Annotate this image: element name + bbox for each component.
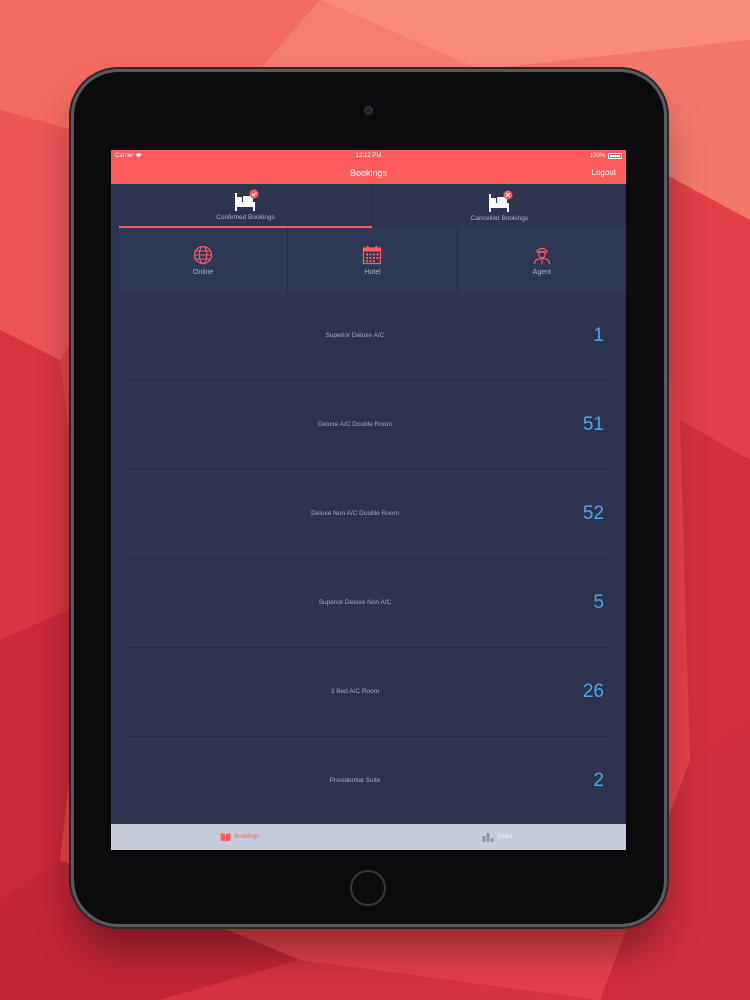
bed-check-icon xyxy=(234,189,258,211)
booking-channel-tabs: Online Hotel Agent xyxy=(119,228,626,292)
globe-icon xyxy=(194,245,213,264)
home-button[interactable] xyxy=(350,870,386,906)
room-name: Deluxe A/C Double Room xyxy=(317,421,393,428)
agent-icon xyxy=(533,247,550,264)
room-name: Superior Deluxe A/C xyxy=(325,332,385,339)
app-screen: Carrier 12:12 PM 100% Bookings Logout Co… xyxy=(111,150,626,850)
booking-status-segments: Confirmed Bookings Cancelled Bookings xyxy=(119,184,626,228)
tab-sales[interactable]: Sales xyxy=(369,824,627,850)
segment-label: Confirmed Bookings xyxy=(216,214,275,221)
list-item[interactable]: Superior Deluxe A/C 1 xyxy=(125,292,612,381)
book-icon xyxy=(220,833,231,842)
segment-cancelled-bookings[interactable]: Cancelled Bookings xyxy=(372,184,626,228)
room-count: 2 xyxy=(593,770,604,791)
tab-bar: Bookings Sales xyxy=(111,824,626,850)
battery-percent: 100% xyxy=(589,153,605,159)
nav-bar: Bookings Logout xyxy=(111,162,626,184)
room-bookings-list: Superior Deluxe A/C 1 Deluxe A/C Double … xyxy=(125,292,612,824)
status-time: 12:12 PM xyxy=(355,153,382,159)
bed-cancel-icon xyxy=(488,190,512,212)
channel-label: Online xyxy=(193,268,214,276)
channel-label: Hotel xyxy=(364,268,381,276)
list-item[interactable]: Superior Deluxe Non A/C 5 xyxy=(125,559,612,648)
bar-chart-icon xyxy=(482,833,494,842)
room-count: 51 xyxy=(582,414,604,435)
tab-label: Sales xyxy=(497,834,513,840)
ipad-frame: Carrier 12:12 PM 100% Bookings Logout Co… xyxy=(74,72,664,924)
tab-bookings[interactable]: Bookings xyxy=(111,824,369,850)
calendar-icon xyxy=(363,245,382,264)
channel-label: Agent xyxy=(532,268,551,276)
list-item[interactable]: Deluxe A/C Double Room 51 xyxy=(125,381,612,470)
segment-confirmed-bookings[interactable]: Confirmed Bookings xyxy=(119,184,372,228)
segment-label: Cancelled Bookings xyxy=(470,215,529,222)
room-name: Deluxe Non A/C Double Room xyxy=(311,510,399,517)
page-title: Bookings xyxy=(349,168,388,178)
battery-status: 100% xyxy=(590,150,622,162)
list-item[interactable]: Deluxe Non A/C Double Room 52 xyxy=(125,470,612,559)
front-camera xyxy=(364,106,373,115)
list-item[interactable]: 3 Bed A/C Room 26 xyxy=(125,648,612,737)
tab-label: Bookings xyxy=(234,834,260,840)
status-bar: Carrier 12:12 PM 100% xyxy=(111,150,626,162)
channel-online[interactable]: Online xyxy=(119,228,287,292)
room-name: Presidential Suite xyxy=(329,777,381,784)
room-count: 5 xyxy=(593,592,604,613)
battery-icon xyxy=(608,153,622,159)
room-name: 3 Bed A/C Room xyxy=(330,688,380,695)
channel-hotel[interactable]: Hotel xyxy=(287,228,456,292)
room-count: 1 xyxy=(593,325,604,346)
channel-agent[interactable]: Agent xyxy=(456,228,626,292)
logout-button[interactable]: Logout xyxy=(592,162,616,184)
list-item[interactable]: Presidential Suite 2 xyxy=(125,737,612,824)
room-count: 26 xyxy=(582,681,604,702)
room-count: 52 xyxy=(582,503,604,524)
room-name: Superior Deluxe Non A/C xyxy=(318,599,392,606)
